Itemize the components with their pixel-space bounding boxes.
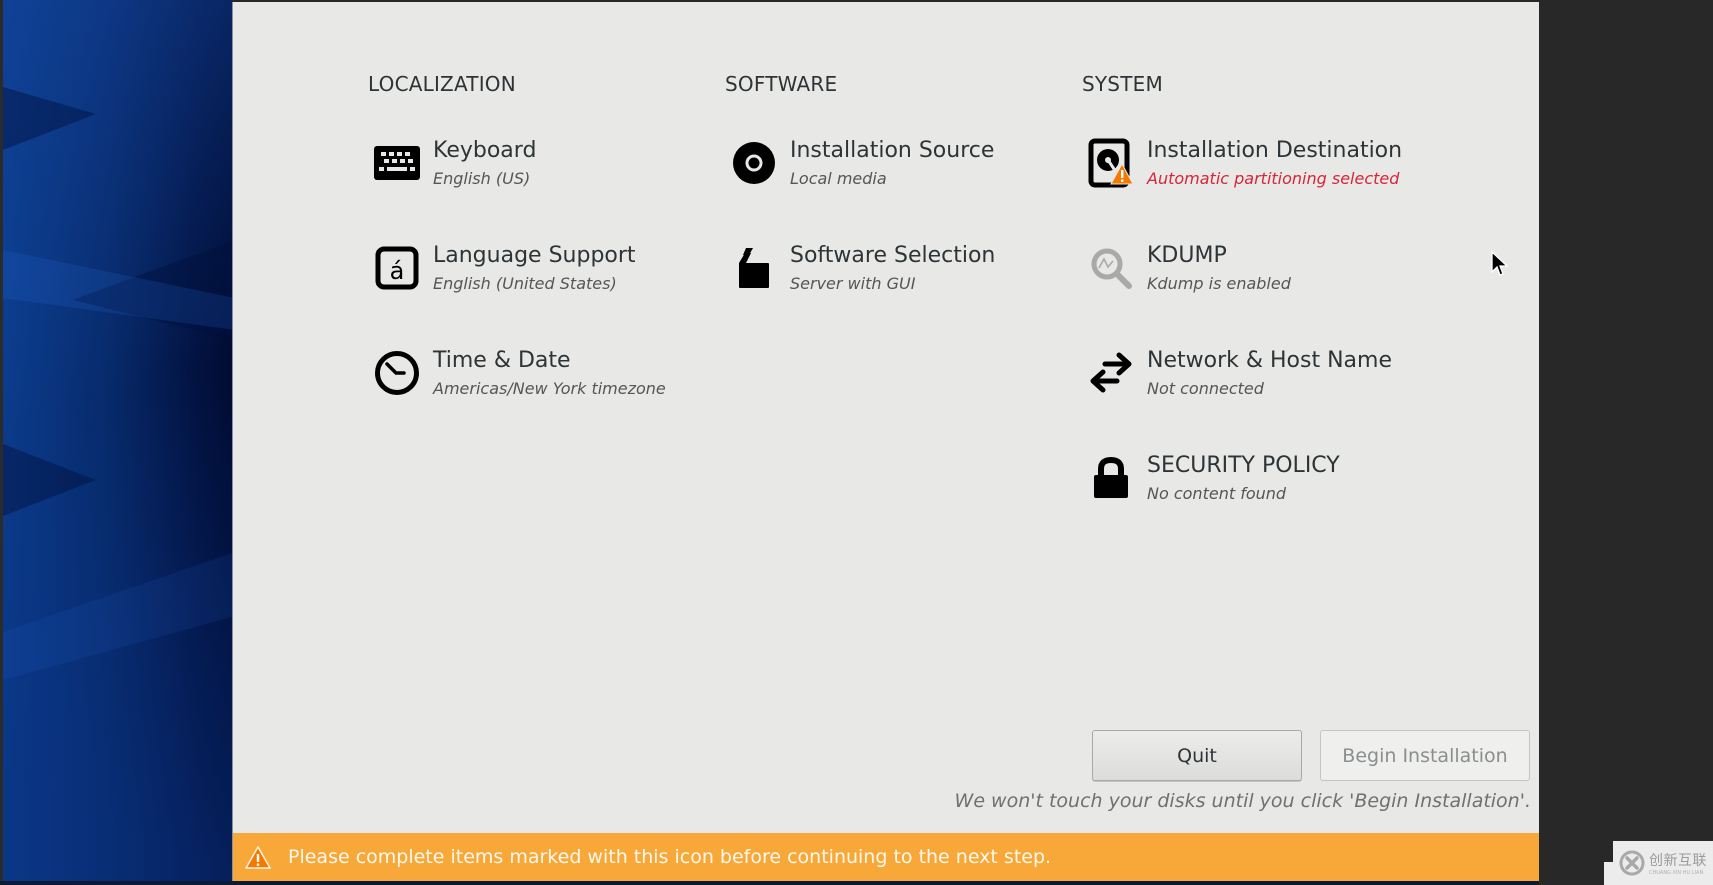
watermark-text-en: CHUANG XIN HU LIAN [1649,870,1704,876]
spoke-time-date[interactable]: Time & Date Americas/New York timezone [368,348,708,408]
spoke-title: Installation Destination [1147,138,1403,163]
sidebar-facet [3,552,232,680]
spoke-status: No content found [1147,484,1287,503]
warning-bar: Please complete items marked with this i… [232,833,1539,881]
clock-icon [372,348,422,398]
spoke-status-warning: Automatic partitioning selected [1147,169,1400,188]
quit-button[interactable]: Quit [1092,730,1302,781]
disc-icon [729,138,779,188]
spoke-language-support[interactable]: á Language Support English (United State… [368,243,708,303]
kdump-search-icon [1086,243,1136,293]
spoke-keyboard[interactable]: Keyboard English (US) [368,138,708,198]
spoke-status: Kdump is enabled [1147,274,1291,293]
lock-icon [1086,453,1136,503]
spoke-title: Installation Source [790,138,995,163]
spoke-status: English (US) [433,169,531,188]
spoke-status: English (United States) [433,274,617,293]
spoke-title: Network & Host Name [1147,348,1392,373]
watermark-text-cn: 创新互联 [1649,853,1707,869]
spoke-installation-destination[interactable]: Installation Destination Automatic parti… [1082,138,1422,198]
sidebar-facet [3,87,96,150]
spoke-software-selection[interactable]: Software Selection Server with GUI [725,243,1065,303]
spoke-kdump[interactable]: KDUMP Kdump is enabled [1082,243,1422,303]
spoke-title: Time & Date [433,348,571,373]
watermark: 创新互联 CHUANG XIN HU LIAN [1613,841,1713,885]
warning-triangle-icon [244,844,272,870]
disk-safety-note: We won't touch your disks until you clic… [954,790,1531,812]
begin-installation-button[interactable]: Begin Installation [1320,730,1530,781]
spoke-title: Keyboard [433,138,537,163]
sidebar-branding-panel [0,0,232,885]
localization-heading: LOCALIZATION [368,72,516,96]
watermark-logo-icon [1619,850,1645,876]
mouse-cursor-icon [1491,250,1509,276]
language-icon: á [372,243,422,293]
spoke-status: Server with GUI [790,274,916,293]
sidebar-facet [3,444,96,516]
spoke-status: Not connected [1147,379,1264,398]
window-bottom-edge [0,881,1539,885]
system-heading: SYSTEM [1082,72,1163,96]
spoke-installation-source[interactable]: Installation Source Local media [725,138,1065,198]
spoke-status: Americas/New York timezone [433,379,666,398]
network-arrows-icon [1086,348,1136,398]
spoke-status: Local media [790,169,887,188]
spoke-title: Software Selection [790,243,996,268]
spoke-network-hostname[interactable]: Network & Host Name Not connected [1082,348,1422,408]
installation-summary-hub: LOCALIZATION Keyboard English (US) á Lan… [232,2,1539,845]
software-heading: SOFTWARE [725,72,838,96]
spoke-title: Language Support [433,243,636,268]
spoke-title: KDUMP [1147,243,1227,268]
watermark-text: 创新互联 CHUANG XIN HU LIAN [1649,850,1707,876]
svg-text:á: á [390,257,405,285]
warning-message: Please complete items marked with this i… [288,846,1052,868]
spoke-title: SECURITY POLICY [1147,453,1340,478]
harddisk-warning-icon [1086,138,1136,188]
package-icon [729,243,779,293]
spoke-security-policy[interactable]: SECURITY POLICY No content found [1082,453,1422,513]
keyboard-icon [372,138,422,188]
